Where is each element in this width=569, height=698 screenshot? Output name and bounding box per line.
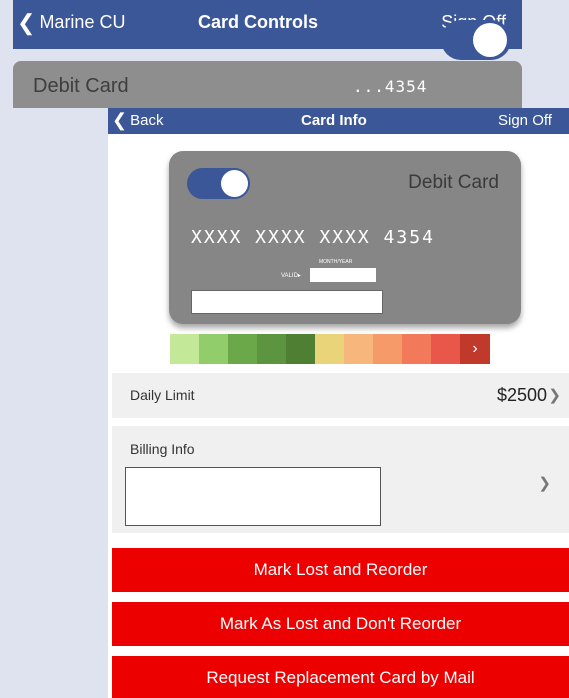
color-scale-segment bbox=[286, 334, 315, 364]
back-button[interactable]: ❮ Back bbox=[112, 110, 164, 130]
card-info-nav-bar: ❮ Back Card Info Sign Off bbox=[108, 108, 569, 134]
valid-thru-label: VALID▸ bbox=[281, 273, 301, 279]
back-button-label: Marine CU bbox=[39, 12, 126, 32]
toggle-knob bbox=[221, 170, 248, 197]
chevron-right-icon[interactable]: › bbox=[460, 334, 490, 364]
expiry-caption: MONTH/YEAR bbox=[319, 259, 353, 265]
debit-card-row[interactable]: Debit Card ...4354 bbox=[13, 61, 522, 108]
color-scale-segment bbox=[344, 334, 373, 364]
card-info-screen: ❮ Back Card Info Sign Off Debit Card XXX… bbox=[108, 108, 569, 698]
debit-card-label: Debit Card bbox=[33, 75, 129, 97]
sign-off-button[interactable]: Sign Off bbox=[498, 112, 552, 129]
color-scale-segment bbox=[257, 334, 286, 364]
masked-card-number: XXXX XXXX XXXX 4354 bbox=[191, 227, 435, 248]
color-scale-segment bbox=[315, 334, 344, 364]
nav-title: Card Info bbox=[301, 112, 367, 129]
nav-title: Card Controls bbox=[198, 12, 319, 32]
back-to-marine-cu-button[interactable]: ❮ Marine CU bbox=[17, 9, 126, 35]
toggle-knob bbox=[473, 23, 507, 57]
mark-lost-and-reorder-button[interactable]: Mark Lost and Reorder bbox=[112, 548, 569, 592]
card-enable-toggle[interactable] bbox=[441, 20, 511, 60]
color-scale-segment bbox=[373, 334, 402, 364]
billing-info-label: Billing Info bbox=[130, 441, 195, 457]
cardholder-name-field bbox=[191, 290, 383, 314]
chevron-left-icon: ❮ bbox=[17, 9, 36, 35]
color-scale-segment bbox=[228, 334, 257, 364]
daily-limit-value: $2500 bbox=[496, 385, 547, 405]
chevron-right-icon: ❯ bbox=[548, 387, 561, 404]
billing-info-box bbox=[125, 467, 381, 526]
card-last-four: ...4354 bbox=[353, 77, 428, 96]
back-button-label: Back bbox=[130, 112, 164, 129]
card-enable-toggle[interactable] bbox=[187, 168, 250, 199]
request-replacement-card-button[interactable]: Request Replacement Card by Mail bbox=[112, 656, 569, 698]
color-scale-segment bbox=[402, 334, 431, 364]
chevron-right-icon: ❯ bbox=[538, 475, 551, 492]
color-scale-segment bbox=[199, 334, 228, 364]
expiry-date-field bbox=[310, 268, 376, 282]
color-scale-segment bbox=[170, 334, 199, 364]
daily-limit-label: Daily Limit bbox=[130, 387, 195, 403]
color-scale-segment bbox=[431, 334, 460, 364]
chevron-left-icon: ❮ bbox=[112, 110, 128, 130]
mark-lost-no-reorder-button[interactable]: Mark As Lost and Don't Reorder bbox=[112, 602, 569, 646]
card-type-label: Debit Card bbox=[408, 172, 499, 193]
daily-limit-row[interactable]: Daily Limit $2500 ❯ bbox=[112, 373, 569, 418]
debit-card-graphic: Debit Card XXXX XXXX XXXX 4354 MONTH/YEA… bbox=[169, 151, 521, 324]
card-controls-screen: ❮ Marine CU Card Controls Sign Off Debit… bbox=[13, 0, 522, 108]
color-scale-bar: › bbox=[170, 334, 490, 364]
billing-info-row[interactable]: Billing Info ❯ bbox=[112, 426, 569, 533]
